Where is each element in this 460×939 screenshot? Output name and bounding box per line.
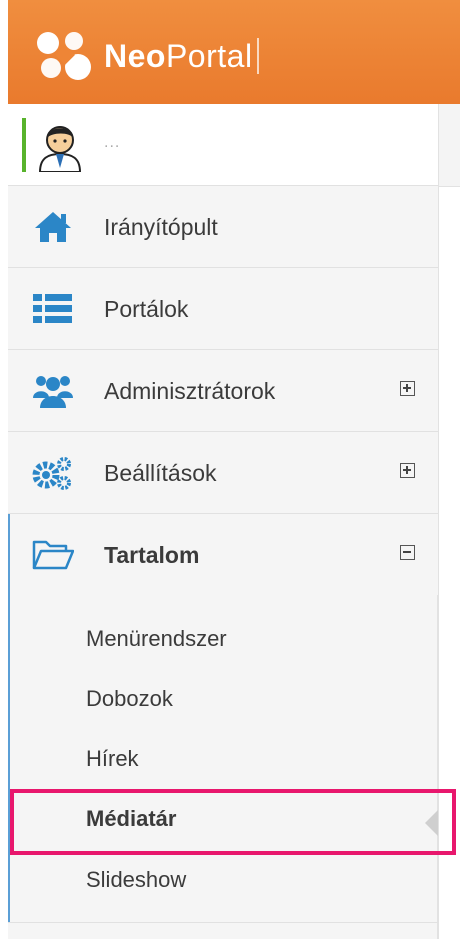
nav-item-content[interactable]: Tartalom <box>8 514 438 595</box>
submenu-item-slideshow[interactable]: Slideshow <box>86 867 186 893</box>
neoportal-logo-icon <box>37 32 91 80</box>
brand-name-bold: Neo <box>104 37 166 74</box>
avatar <box>38 126 82 172</box>
selection-highlight <box>10 789 456 855</box>
nav-item-portals[interactable]: Portálok <box>8 268 438 350</box>
online-status-indicator <box>22 118 26 172</box>
app-header: Neo Portal <box>8 0 460 104</box>
user-profile[interactable]: ... <box>8 104 438 186</box>
open-section-indicator <box>8 514 10 922</box>
nav-label-portals: Portálok <box>104 296 189 322</box>
nav-item-admins[interactable]: Adminisztrátorok <box>8 350 438 432</box>
brand-name[interactable]: Neo Portal <box>104 30 259 82</box>
submenu-item-menu-system[interactable]: Menürendszer <box>86 626 227 652</box>
brand-name-regular: Portal <box>165 37 253 74</box>
nav-item-dashboard[interactable]: Irányítópult <box>8 186 438 268</box>
expand-plus-icon[interactable] <box>400 381 415 396</box>
divider <box>8 922 438 923</box>
user-name: ... <box>104 134 121 151</box>
nav-label-settings: Beállítások <box>104 460 217 486</box>
expand-plus-icon[interactable] <box>400 463 415 478</box>
nav-label-dashboard: Irányítópult <box>104 214 218 240</box>
folder-open-icon <box>32 540 74 570</box>
nav-label-content: Tartalom <box>104 542 200 568</box>
collapse-minus-icon[interactable] <box>400 545 415 560</box>
nav-label-admins: Adminisztrátorok <box>104 378 276 404</box>
list-icon <box>33 294 72 323</box>
submenu-item-news[interactable]: Hírek <box>86 746 139 772</box>
users-icon <box>33 376 73 408</box>
brand-divider <box>256 38 259 74</box>
nav-item-settings[interactable]: Beállítások <box>8 432 438 514</box>
home-icon <box>35 212 71 242</box>
content-topbar <box>439 104 460 187</box>
cogs-icon <box>32 457 71 490</box>
submenu-item-boxes[interactable]: Dobozok <box>86 686 173 712</box>
